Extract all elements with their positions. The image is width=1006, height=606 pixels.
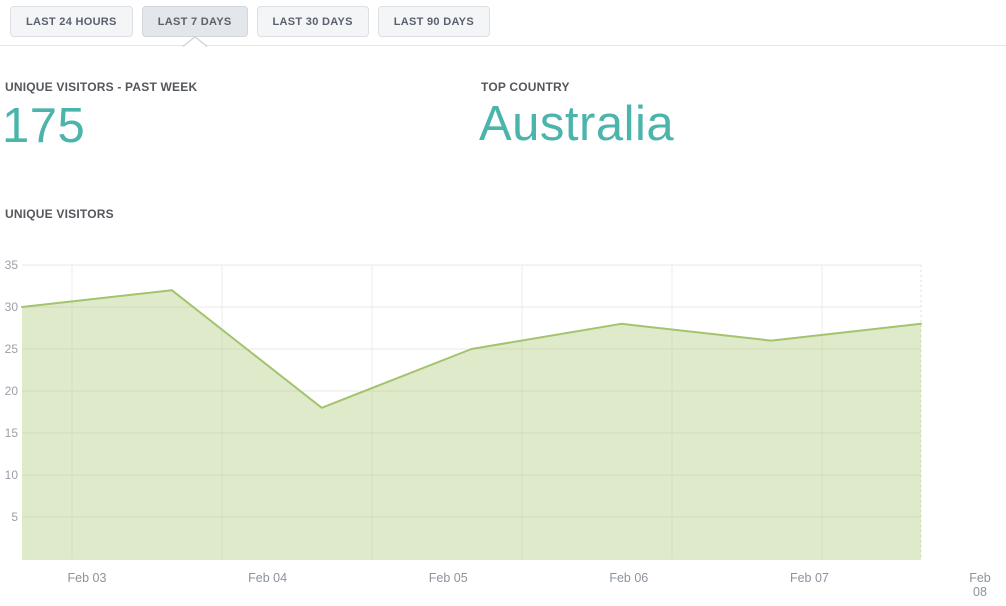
time-range-tabs: LAST 24 HOURS LAST 7 DAYS LAST 30 DAYS L… <box>10 6 490 37</box>
tab-label: LAST 7 DAYS <box>158 16 232 28</box>
unique-visitors-week-label: UNIQUE VISITORS - PAST WEEK <box>5 80 197 94</box>
y-axis-tick: 30 <box>5 300 19 314</box>
tab-label: LAST 30 DAYS <box>273 16 353 28</box>
y-axis-tick: 10 <box>5 468 19 482</box>
top-country-label: TOP COUNTRY <box>481 80 570 94</box>
x-axis-tick: Feb 06 <box>609 571 648 585</box>
x-axis-tick: Feb 05 <box>429 571 468 585</box>
tab-label: LAST 90 DAYS <box>394 16 474 28</box>
top-country-value: Australia <box>479 96 674 152</box>
tab-last-7-days[interactable]: LAST 7 DAYS <box>142 6 248 37</box>
tab-label: LAST 24 HOURS <box>26 16 117 28</box>
y-axis-tick: 35 <box>5 258 19 272</box>
unique-visitors-chart-title: UNIQUE VISITORS <box>5 207 114 221</box>
y-axis-tick: 25 <box>5 342 19 356</box>
unique-visitors-area-chart: 5 10 15 20 25 30 35 Feb 03 Feb 04 Feb 05 Feb 06 Feb… <box>0 255 1006 600</box>
unique-visitors-week-value: 175 <box>2 98 85 154</box>
chart-svg: 5 10 15 20 25 30 35 Feb 03 Feb 04 Feb 05 Feb 06 Feb… <box>0 255 1006 600</box>
analytics-dashboard: LAST 24 HOURS LAST 7 DAYS LAST 30 DAYS L… <box>0 0 1006 606</box>
x-axis-tick: Feb 07 <box>790 571 829 585</box>
y-axis-tick: 15 <box>5 426 19 440</box>
tab-last-24-hours[interactable]: LAST 24 HOURS <box>10 6 133 37</box>
y-axis-tick: 5 <box>11 510 18 524</box>
area-fill <box>22 290 921 560</box>
y-axis-tick: 20 <box>5 384 19 398</box>
x-axis-tick: Feb 03 <box>68 571 107 585</box>
x-axis-tick: Feb 04 <box>248 571 287 585</box>
tabs-divider <box>0 45 1006 46</box>
tab-last-90-days[interactable]: LAST 90 DAYS <box>378 6 490 37</box>
x-axis-tick: Feb08 <box>969 571 991 599</box>
tab-last-30-days[interactable]: LAST 30 DAYS <box>257 6 369 37</box>
